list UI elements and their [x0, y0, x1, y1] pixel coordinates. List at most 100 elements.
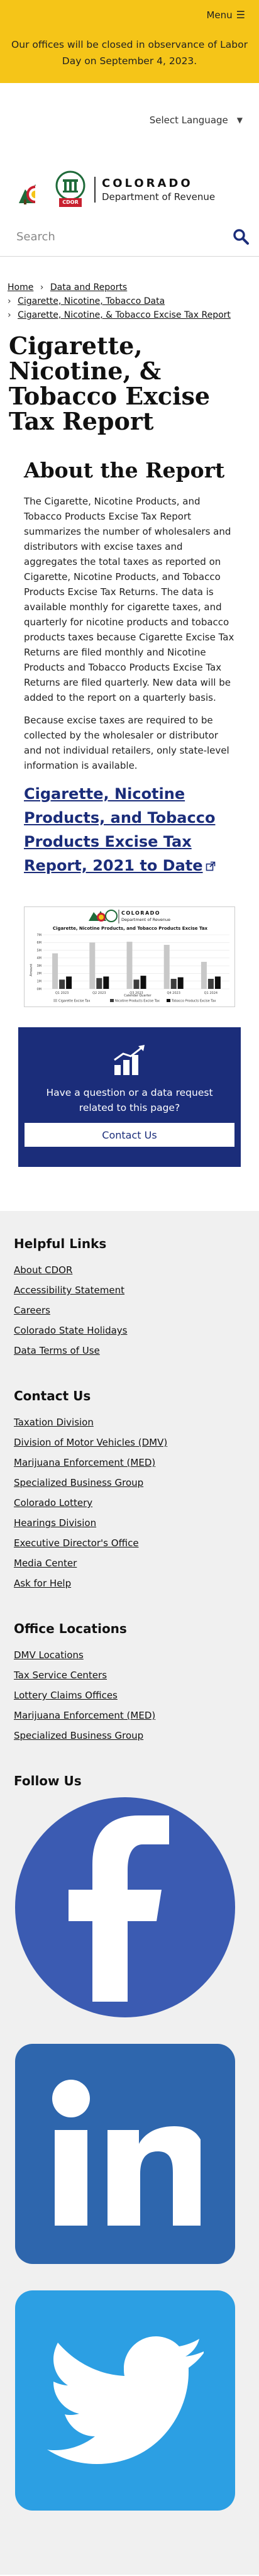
chart-y-tick-label: 0M: [37, 988, 42, 991]
chart-x-tick-label: Q2 2023: [92, 991, 106, 995]
footer-list-item: Colorado State Holidays: [14, 1320, 245, 1341]
footer-link[interactable]: Specialized Business Group: [14, 1730, 143, 1741]
footer-link[interactable]: Tax Service Centers: [14, 1670, 107, 1681]
footer-list-item: Hearings Division: [14, 1513, 245, 1533]
chart-y-tick-label: 4M: [37, 957, 42, 961]
cta-text: Have a question or a data request relate…: [46, 1087, 213, 1113]
twitter-link[interactable]: [15, 2290, 235, 2511]
footer-link[interactable]: DMV Locations: [14, 1649, 84, 1661]
search-input[interactable]: [16, 230, 192, 243]
chart-bar: [133, 979, 140, 989]
chart-growth-icon: [114, 1045, 145, 1075]
chart-legend: Cigarette Excise Tax Nicotine Products Ex…: [53, 999, 216, 1003]
language-label: Select Language: [149, 114, 228, 126]
footer-link[interactable]: Specialized Business Group: [14, 1477, 143, 1488]
chart-y-tick-label: 5M: [37, 949, 42, 952]
facebook-link[interactable]: [15, 1797, 235, 2017]
footer-list-item: Marijuana Enforcement (MED): [14, 1452, 245, 1473]
footer-list-item: Taxation Division: [14, 1412, 245, 1432]
excise-tax-chart: COLORADO Department of Revenue Cigarette…: [30, 910, 229, 1003]
seal-text: CDOR: [62, 199, 79, 205]
logo-text: COLORADO Department of Revenue: [94, 176, 216, 203]
chart-bar: [52, 953, 58, 989]
follow-us-heading: Follow Us: [14, 1773, 82, 1788]
report-thumbnail[interactable]: COLORADO Department of Revenue Cigarette…: [24, 906, 235, 1007]
footer-link[interactable]: Ask for Help: [14, 1578, 71, 1589]
breadcrumb-item: Home › Data and Reports: [8, 281, 259, 294]
facebook-icon: [69, 1815, 169, 2002]
breadcrumb-link-current[interactable]: Cigarette, Nicotine, & Tobacco Excise Ta…: [18, 310, 231, 320]
footer-link[interactable]: About CDOR: [14, 1264, 72, 1276]
breadcrumb-link-tobacco-data[interactable]: Cigarette, Nicotine, Tobacco Data: [18, 296, 165, 306]
about-section: About the Report The Cigarette, Nicotine…: [0, 434, 259, 878]
chart-x-tick-label: Q1 2023: [55, 991, 69, 995]
footer-link[interactable]: Colorado State Holidays: [14, 1325, 128, 1336]
footer-list-item: About CDOR: [14, 1260, 245, 1280]
chart-y-tick-label: 2M: [37, 972, 42, 976]
hamburger-icon: ☰: [236, 9, 245, 21]
chart-legend-label: Nicotine Products Excise Tax: [115, 1000, 160, 1003]
thumb-logo-state: COLORADO: [121, 910, 160, 916]
chart-bar: [126, 942, 133, 989]
contact-us-button[interactable]: Contact Us: [25, 1123, 234, 1147]
footer-link[interactable]: Careers: [14, 1305, 50, 1316]
footer-list-item: Marijuana Enforcement (MED): [14, 1705, 245, 1726]
footer-link[interactable]: Marijuana Enforcement (MED): [14, 1710, 155, 1721]
breadcrumb-item: › Cigarette, Nicotine, & Tobacco Excise …: [8, 308, 259, 322]
report-link[interactable]: Cigarette, Nicotine Products, and Tobacc…: [24, 782, 235, 878]
footer-list-item: DMV Locations: [14, 1645, 245, 1665]
footer-list-item: Specialized Business Group: [14, 1726, 245, 1746]
footer-list-item: Lottery Claims Offices: [14, 1685, 245, 1705]
search-button[interactable]: [231, 227, 250, 246]
thumb-logo-dept: Department of Revenue: [121, 917, 170, 922]
chart-legend-swatch: [110, 999, 114, 1002]
footer-list-item: Specialized Business Group: [14, 1473, 245, 1493]
footer-link[interactable]: Colorado Lottery: [14, 1497, 92, 1508]
colorado-logo-icon: [19, 184, 45, 204]
footer-link[interactable]: Accessibility Statement: [14, 1285, 124, 1296]
chart-bar: [177, 977, 184, 989]
chart-bar: [140, 976, 146, 989]
chart-legend-label: Cigarette Excise Tax: [58, 1000, 90, 1003]
footer-link[interactable]: Media Center: [14, 1558, 77, 1569]
footer-list-item: Colorado Lottery: [14, 1493, 245, 1513]
chart-bar: [214, 976, 221, 989]
cdor-seal: CDOR: [53, 170, 88, 208]
about-heading: About the Report: [24, 458, 225, 482]
language-select[interactable]: Select Language ▼: [150, 114, 243, 126]
location-links-list: DMV Locations Tax Service Centers Lotter…: [14, 1645, 245, 1746]
chart-bar: [89, 942, 96, 989]
thumb-seal-icon: [105, 910, 118, 922]
breadcrumb-separator: ›: [8, 310, 11, 320]
footer-link[interactable]: Lottery Claims Offices: [14, 1690, 118, 1701]
site-logo[interactable]: CDOR COLORADO Department of Revenue: [0, 142, 259, 211]
footer-link[interactable]: Marijuana Enforcement (MED): [14, 1457, 155, 1468]
chart-ylabel: Amount: [30, 964, 33, 976]
chart-title: Cigarette, Nicotine Products, and Tobacc…: [53, 926, 208, 931]
footer-link[interactable]: Division of Motor Vehicles (DMV): [14, 1437, 167, 1448]
logo-state: COLORADO: [102, 176, 193, 190]
logo-dept: Department of Revenue: [102, 191, 216, 203]
external-link-icon: [206, 861, 215, 871]
footer-list-item: Accessibility Statement: [14, 1280, 245, 1300]
breadcrumb-link-data-reports[interactable]: Data and Reports: [50, 282, 127, 293]
page-title: Cigarette, Nicotine, & Tobacco Excise Ta…: [9, 332, 211, 435]
chart-y-tick-label: 1M: [37, 980, 42, 984]
breadcrumb-separator: ›: [8, 296, 11, 306]
menu-button[interactable]: Menu ☰: [206, 9, 245, 21]
footer-list-item: Media Center: [14, 1553, 245, 1573]
linkedin-link[interactable]: [15, 2044, 235, 2264]
breadcrumb-link-home[interactable]: Home: [8, 282, 33, 293]
footer-link[interactable]: Executive Director's Office: [14, 1537, 139, 1549]
footer-list-item: Tax Service Centers: [14, 1665, 245, 1685]
helpful-links-list: About CDOR Accessibility Statement Caree…: [14, 1260, 245, 1361]
footer-link[interactable]: Taxation Division: [14, 1417, 94, 1428]
chart-x-tick-label: Q4 2023: [167, 991, 180, 995]
chart-bar: [163, 944, 170, 989]
breadcrumb-separator: ›: [40, 282, 44, 293]
about-paragraph-2: Because excise taxes are required to be …: [24, 715, 229, 771]
twitter-icon: [47, 2336, 204, 2464]
footer-link[interactable]: Hearings Division: [14, 1517, 96, 1529]
footer-list-item: Careers: [14, 1300, 245, 1320]
footer-link[interactable]: Data Terms of Use: [14, 1345, 100, 1356]
